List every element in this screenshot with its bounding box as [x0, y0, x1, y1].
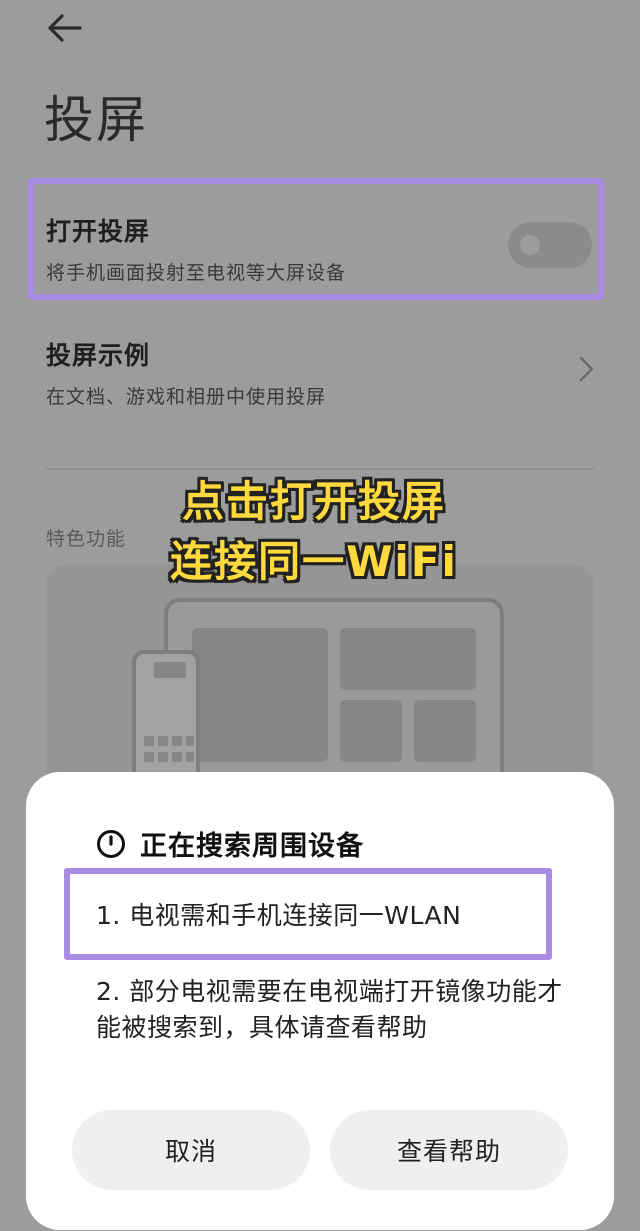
- chevron-right-icon: [579, 356, 594, 382]
- overlay-caption-line2: 连接同一WiFi: [170, 537, 458, 586]
- tip-highlight: [64, 868, 552, 960]
- page-title: 投屏: [44, 91, 148, 149]
- spinner-icon: [97, 829, 125, 858]
- cast-examples-row[interactable]: 投屏示例 在文档、游戏和相册中使用投屏: [46, 336, 596, 409]
- sheet-title: 正在搜索周围设备: [140, 831, 364, 862]
- cast-examples-title: 投屏示例: [46, 341, 151, 370]
- tip-item-2: 2. 部分电视需要在电视端打开镜像功能才能被搜索到，具体请查看帮助: [96, 977, 563, 1042]
- view-help-button[interactable]: 查看帮助: [330, 1110, 568, 1190]
- cancel-button[interactable]: 取消: [72, 1110, 310, 1190]
- cast-examples-subtitle: 在文档、游戏和相册中使用投屏: [46, 386, 327, 408]
- arrow-left-icon[interactable]: [44, 8, 88, 48]
- searching-devices-sheet: 正在搜索周围设备 1. 电视需和手机连接同一WLAN 2. 部分电视需要在电视端…: [26, 772, 614, 1230]
- overlay-caption-line1: 点击打开投屏: [181, 477, 446, 526]
- cast-toggle-highlight: [28, 178, 604, 300]
- sheet-header: 正在搜索周围设备: [96, 824, 364, 863]
- cast-settings-screen: 投屏 打开投屏 将手机画面投射至电视等大屏设备 投屏示例 在文档、游戏和相册中使…: [0, 0, 640, 1231]
